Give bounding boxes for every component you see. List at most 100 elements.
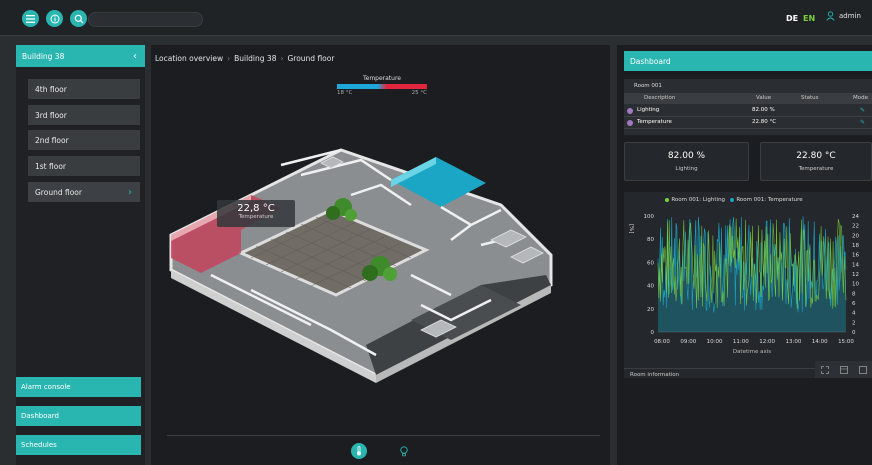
- thermometer-icon: [357, 446, 361, 456]
- x-tick-label: 15:00: [838, 339, 854, 345]
- y-tick-label-right: 16: [852, 253, 859, 259]
- kpi-card: 22.80 °C Temperature: [760, 142, 872, 181]
- info-button[interactable]: [46, 10, 63, 27]
- divider: [167, 435, 600, 436]
- column-header: Status: [801, 95, 819, 101]
- tooltip-value: 22,8 °C: [237, 203, 275, 214]
- floor-label: Ground floor: [35, 187, 82, 197]
- y-tick-label-left: 80: [647, 237, 654, 243]
- table-icon[interactable]: [839, 365, 848, 374]
- close-icon[interactable]: [627, 120, 633, 126]
- x-tick-label: 12:00: [759, 339, 775, 345]
- tooltip-label: Temperature: [238, 214, 274, 220]
- expand-icon[interactable]: [820, 365, 829, 374]
- edit-icon[interactable]: ✎: [860, 107, 865, 114]
- dashboard-header: Dashboard: [624, 51, 872, 71]
- y-tick-label-right: 24: [852, 214, 859, 220]
- y-tick-label-right: 2: [852, 320, 856, 326]
- building-header[interactable]: Building 38 ‹: [16, 45, 145, 67]
- y-tick-label-left: 0: [651, 330, 655, 336]
- y-tick-label-right: 6: [852, 301, 856, 307]
- table-header: Description Value Status Mode: [624, 93, 872, 104]
- kpi-card: 82.00 % Lighting: [624, 142, 749, 181]
- window-icon[interactable]: [858, 365, 867, 374]
- room-title: Room 001: [634, 83, 662, 89]
- search-icon: [74, 14, 83, 23]
- y-tick-label-right: 8: [852, 291, 856, 297]
- y-tick-label-left: 20: [647, 307, 654, 313]
- y-tick-label-right: 12: [852, 272, 859, 278]
- x-tick-label: 11:00: [733, 339, 749, 345]
- building-title: Building 38: [22, 51, 65, 61]
- chevron-left-icon[interactable]: ‹: [133, 51, 137, 62]
- kpi-value: 82.00 %: [667, 151, 706, 161]
- y-tick-label-right: 20: [852, 233, 859, 239]
- lightbulb-icon: [400, 445, 408, 456]
- chart-toolbar: [815, 361, 872, 378]
- row-description: Temperature: [637, 119, 672, 125]
- chevron-right-icon: ›: [128, 186, 132, 198]
- row-value: 22.80 °C: [752, 119, 777, 125]
- user-name: admin: [839, 12, 861, 20]
- top-bar: DE EN admin: [0, 0, 872, 36]
- y-tick-label-left: 100: [644, 214, 655, 220]
- search-input[interactable]: [88, 12, 203, 27]
- dashboard-button[interactable]: Dashboard: [16, 406, 141, 426]
- floor-label: 3rd floor: [35, 110, 67, 120]
- lighting-mode-button[interactable]: [396, 443, 412, 459]
- edit-icon[interactable]: ✎: [860, 119, 865, 126]
- floor-plan-3d[interactable]: [151, 45, 610, 425]
- column-header: Value: [756, 95, 772, 101]
- row-value: 82.00 %: [752, 107, 775, 113]
- chart-panel: Room 001: Lighting Room 001: Temperature…: [624, 192, 872, 378]
- table-row[interactable]: Lighting 82.00 % ✎: [624, 105, 872, 117]
- dashboard-panel: Dashboard Room 001 Description Value Sta…: [617, 45, 872, 465]
- search-button[interactable]: [70, 10, 87, 27]
- row-description: Lighting: [637, 107, 660, 113]
- user-icon: [826, 11, 835, 21]
- x-tick-label: 08:00: [654, 339, 670, 345]
- floor-label: 4th floor: [35, 84, 67, 94]
- floor-item[interactable]: 2nd floor: [28, 130, 140, 150]
- lang-de[interactable]: DE: [786, 14, 798, 23]
- column-header: Mode: [853, 95, 868, 101]
- floor-label: 1st floor: [35, 161, 66, 171]
- y-tick-label-right: 18: [852, 243, 859, 249]
- x-tick-label: 09:00: [680, 339, 696, 345]
- floor-item[interactable]: 1st floor: [28, 156, 140, 176]
- y-tick-label-right: 0: [852, 330, 856, 336]
- chart: 020406080100024681012141618202224[%]08:0…: [628, 214, 859, 355]
- info-icon: [50, 14, 59, 23]
- left-panel: Building 38 ‹ 4th floor 3rd floor 2nd fl…: [16, 45, 145, 465]
- y-tick-label-right: 4: [852, 311, 856, 317]
- y-tick-label-left: 40: [647, 284, 654, 290]
- floor-item-active[interactable]: Ground floor ›: [28, 182, 140, 202]
- lang-en[interactable]: EN: [803, 14, 815, 23]
- kpi-value: 22.80 °C: [796, 151, 836, 161]
- close-icon[interactable]: [627, 108, 633, 114]
- floor-item[interactable]: 3rd floor: [28, 105, 140, 125]
- floor-view: Location overview › Building 38 › Ground…: [151, 45, 610, 465]
- temperature-mode-button[interactable]: [351, 443, 367, 459]
- kpi-label: Lighting: [675, 166, 698, 172]
- floor-item[interactable]: 4th floor: [28, 79, 140, 99]
- floor-label: 2nd floor: [35, 135, 69, 145]
- table-row[interactable]: Temperature 22.80 °C ✎: [624, 117, 872, 129]
- y-tick-label-right: 22: [852, 224, 859, 230]
- temperature-tooltip: 22,8 °C Temperature: [217, 200, 295, 227]
- x-axis-label: Datetime axis: [733, 349, 771, 355]
- y-tick-label-right: 10: [852, 282, 859, 288]
- x-tick-label: 10:00: [707, 339, 723, 345]
- x-tick-label: 14:00: [812, 339, 828, 345]
- menu-icon: [26, 14, 35, 23]
- kpi-label: Temperature: [798, 166, 834, 172]
- room-table: Room 001 Description Value Status Mode L…: [624, 79, 872, 135]
- schedules-button[interactable]: Schedules: [16, 435, 141, 455]
- menu-button[interactable]: [22, 10, 39, 27]
- column-header: Description: [644, 95, 676, 101]
- alarm-console-button[interactable]: Alarm console: [16, 377, 141, 397]
- user-menu[interactable]: admin: [826, 11, 861, 21]
- x-tick-label: 13:00: [785, 339, 801, 345]
- y-tick-label-left: 60: [647, 260, 654, 266]
- y-tick-label-right: 14: [852, 262, 859, 268]
